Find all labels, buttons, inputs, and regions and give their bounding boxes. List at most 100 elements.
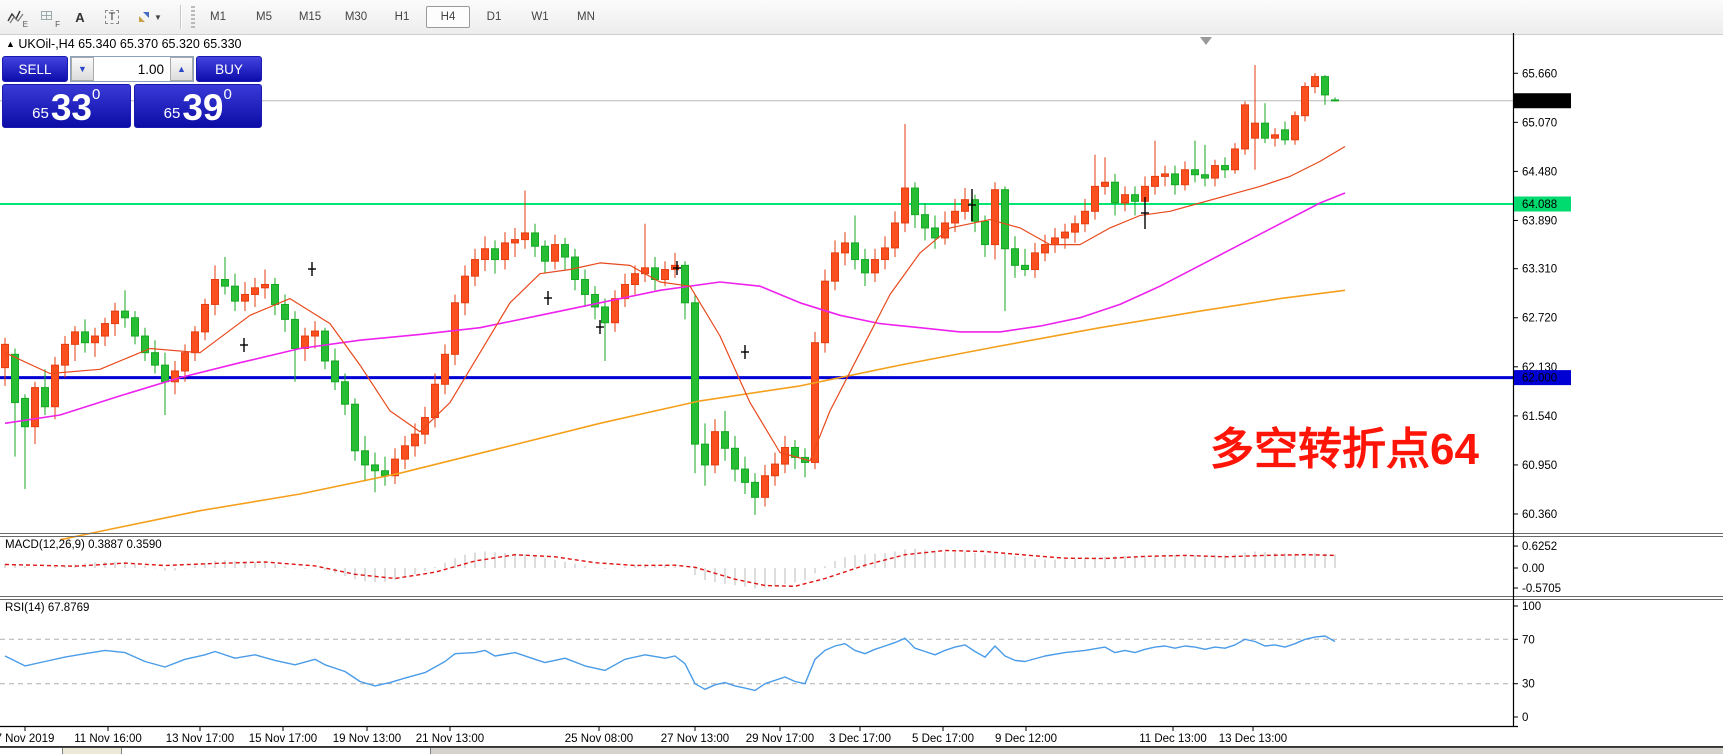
collapse-triangle-icon[interactable]: ▲ bbox=[6, 39, 15, 49]
buy-button[interactable]: BUY bbox=[196, 56, 262, 82]
candle bbox=[352, 404, 359, 451]
price-axis-label: 61.540 bbox=[1522, 411, 1557, 423]
volume-input[interactable] bbox=[94, 57, 170, 81]
time-axis-label: 5 Dec 17:00 bbox=[912, 733, 974, 745]
candle bbox=[302, 336, 309, 348]
candle bbox=[1282, 130, 1289, 140]
candle bbox=[552, 245, 559, 262]
candle bbox=[492, 249, 499, 260]
candle bbox=[1152, 176, 1159, 186]
ma-slow-line bbox=[60, 290, 1345, 540]
rsi-axis-label: 100 bbox=[1522, 601, 1541, 613]
price-badge-label: 65.330 bbox=[1522, 96, 1557, 108]
candle bbox=[852, 243, 859, 260]
time-axis-label: 25 Nov 08:00 bbox=[565, 733, 633, 745]
candle bbox=[602, 307, 609, 323]
candle bbox=[432, 384, 439, 417]
candle bbox=[202, 304, 209, 331]
candle bbox=[1222, 166, 1229, 170]
candle bbox=[912, 188, 919, 215]
time-axis-label: 11 Dec 13:00 bbox=[1139, 733, 1207, 745]
price-axis-label: 63.890 bbox=[1522, 215, 1557, 227]
time-axis-label: 29 Nov 17:00 bbox=[746, 733, 814, 745]
ohlc-values: 65.340 65.370 65.320 65.330 bbox=[78, 37, 241, 51]
chart-tab[interactable] bbox=[122, 748, 431, 754]
candle bbox=[662, 270, 669, 280]
time-axis-label: 19 Nov 13:00 bbox=[333, 733, 401, 745]
candle bbox=[272, 284, 279, 304]
candle bbox=[72, 332, 79, 344]
chart-tab[interactable] bbox=[0, 748, 63, 754]
chart-tab-strip bbox=[0, 747, 1723, 754]
candle bbox=[1072, 224, 1079, 232]
candle bbox=[752, 482, 759, 497]
macd-signal-line bbox=[5, 551, 1335, 587]
candle bbox=[872, 260, 879, 273]
candle bbox=[332, 361, 339, 382]
rsi-axis-label: 0 bbox=[1522, 712, 1528, 724]
price-axis-label: 62.720 bbox=[1522, 313, 1557, 325]
candle bbox=[1272, 135, 1279, 138]
candle bbox=[522, 233, 529, 240]
candle bbox=[402, 446, 409, 459]
candle bbox=[722, 432, 729, 449]
candle bbox=[1002, 190, 1009, 249]
candle bbox=[532, 233, 539, 246]
price-axis-label: 63.310 bbox=[1522, 264, 1557, 276]
price-axis-label: 60.360 bbox=[1522, 509, 1557, 521]
candle bbox=[1322, 77, 1329, 95]
volume-increase-button[interactable]: ▲ bbox=[170, 57, 193, 81]
sell-price-big: 33 bbox=[51, 91, 92, 124]
candle bbox=[1252, 123, 1259, 138]
candle bbox=[152, 353, 159, 365]
candle bbox=[1242, 105, 1249, 149]
candle bbox=[362, 451, 369, 465]
time-axis-label: 3 Dec 17:00 bbox=[829, 733, 891, 745]
candle bbox=[782, 447, 789, 464]
candle bbox=[102, 324, 109, 336]
candle bbox=[1102, 182, 1109, 186]
sell-price-quote[interactable]: 65 33 0 bbox=[2, 84, 131, 128]
candle bbox=[932, 228, 939, 238]
candle bbox=[1302, 87, 1309, 116]
price-axis-label: 65.070 bbox=[1522, 117, 1557, 129]
volume-decrease-button[interactable]: ▼ bbox=[71, 57, 94, 81]
rsi-axis-label: 70 bbox=[1522, 634, 1535, 646]
candle bbox=[182, 353, 189, 371]
candle bbox=[832, 253, 839, 281]
price-axis-label: 60.950 bbox=[1522, 460, 1557, 472]
candle bbox=[482, 249, 489, 260]
candle bbox=[542, 246, 549, 261]
sell-button[interactable]: SELL bbox=[2, 56, 68, 82]
candle bbox=[892, 223, 899, 248]
macd-label: MACD(12,26,9) 0.3887 0.3590 bbox=[5, 539, 162, 551]
candle bbox=[1202, 175, 1209, 178]
candle bbox=[282, 304, 289, 319]
candle bbox=[1172, 174, 1179, 185]
candle bbox=[1182, 170, 1189, 185]
candle bbox=[62, 344, 69, 365]
candle bbox=[1132, 195, 1139, 202]
candle bbox=[1192, 170, 1199, 175]
candle bbox=[1012, 249, 1019, 266]
candle bbox=[232, 286, 239, 301]
chart-title: ▲ UKOil-,H4 65.340 65.370 65.320 65.330 bbox=[6, 37, 242, 51]
chart-tab[interactable] bbox=[63, 748, 122, 754]
volume-stepper: ▼ ▲ bbox=[70, 56, 194, 82]
candle bbox=[882, 248, 889, 260]
candle bbox=[162, 365, 169, 382]
candle bbox=[1042, 245, 1049, 253]
candle bbox=[1062, 232, 1069, 238]
candle bbox=[82, 332, 89, 343]
candle bbox=[1092, 186, 1099, 211]
time-axis-label: 9 Dec 12:00 bbox=[995, 733, 1057, 745]
chart-annotation-text: 多空转折点64 bbox=[1210, 428, 1479, 472]
time-axis-label: 15 Nov 17:00 bbox=[249, 733, 317, 745]
rsi-line bbox=[5, 636, 1335, 690]
buy-price-quote[interactable]: 65 39 0 bbox=[134, 84, 263, 128]
candle bbox=[1312, 77, 1319, 87]
candle bbox=[772, 464, 779, 476]
candle bbox=[1122, 195, 1129, 203]
candle bbox=[992, 190, 999, 245]
candle bbox=[32, 388, 39, 427]
